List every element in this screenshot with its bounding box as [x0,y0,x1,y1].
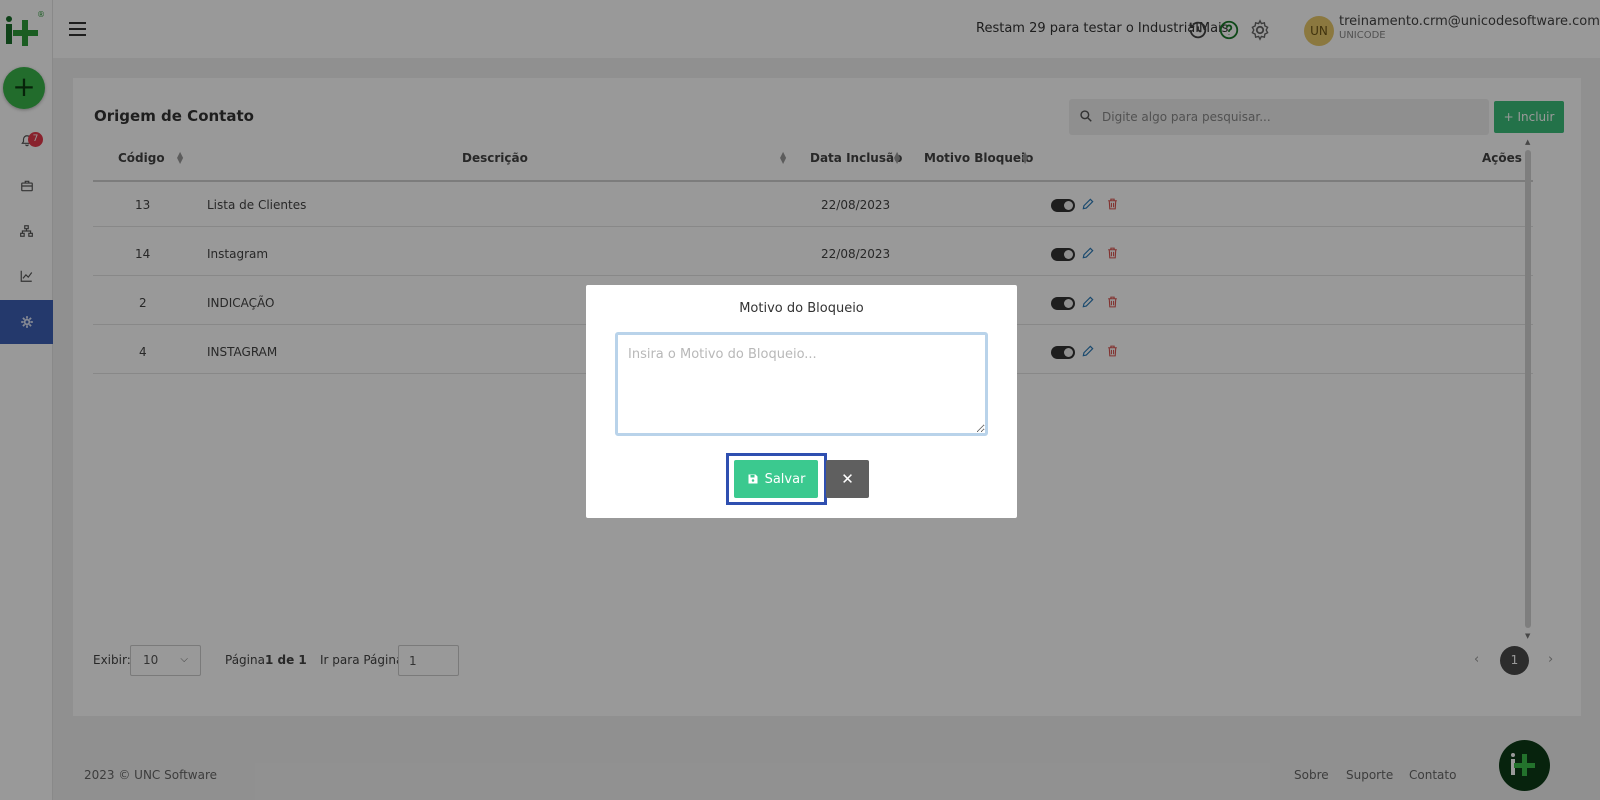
dialog-title: Motivo do Bloqueio [739,301,864,316]
save-label: Salvar [764,471,806,487]
block-reason-dialog: Motivo do Bloqueio Salvar ✕ [586,285,1017,518]
save-button[interactable]: Salvar [734,460,818,498]
block-reason-textarea[interactable] [615,332,988,436]
close-button[interactable]: ✕ [826,460,869,498]
save-icon [748,474,758,484]
